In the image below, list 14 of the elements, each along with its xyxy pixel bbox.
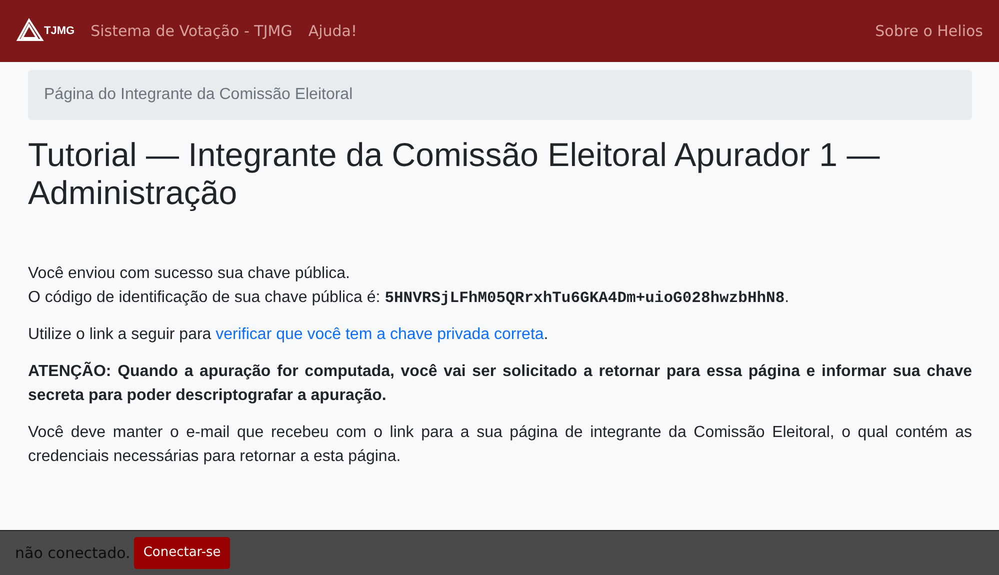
verify-link[interactable]: verificar que você tem a chave privada correta	[216, 326, 544, 344]
paragraph: Utilize o link a seguir para verificar que você tem a chave privada correta.	[28, 325, 550, 346]
nav-link[interactable]: Sobre o Helios	[875, 20, 983, 42]
page-title: Tutorial — Integrante da Comissão Eleitoral Apurador 1 — Administração	[28, 136, 881, 212]
paragraph: Você deve manter o e-mail que recebeu com o link para a sua página de integrante da Comissão Eleitoral, o qual contém as credenciais necessárias para retornar a esta página.	[28, 423, 972, 468]
warning-text: ATENÇÃO: Quando a apuração for computada, você vai ser solicitado a retornar para essa página e informar sua chave secreta para poder descriptografar a apuração.	[28, 360, 972, 406]
breadcrumb: Página do Integrante da Comissão Eleitoral	[28, 70, 972, 120]
paragraph: Você enviou com sucesso sua chave pública. O código de identificação de sua chave pública é: 5HNVRSjLFhM05QRrxhTu6GKA4Dm+uioG028hwzbHhN8.	[28, 264, 790, 309]
nav-link[interactable]: Ajuda!	[308, 20, 358, 42]
login-button[interactable]: Conectar-se	[134, 537, 230, 569]
status-text: não conectado.	[15, 542, 130, 564]
logo[interactable]: TJMG	[16, 18, 75, 44]
triangle-logo-icon	[16, 18, 44, 44]
nav-link[interactable]: Sistema de Votação - TJMG	[90, 20, 292, 42]
